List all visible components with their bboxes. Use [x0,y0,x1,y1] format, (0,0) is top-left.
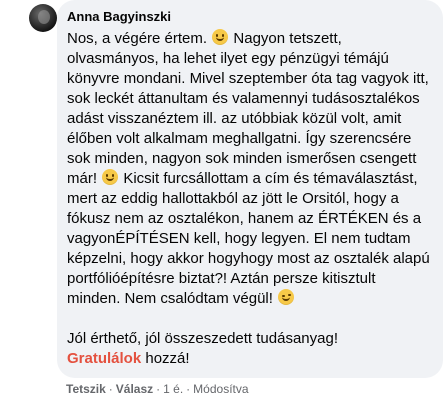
slightly-smiling-face-icon [212,29,229,45]
comment-text: Nos, a végére értem. Nagyon tetszett, ol… [67,29,431,369]
comment-timestamp[interactable]: 1 é. [163,382,183,396]
comment-text-closing: Jól érthető, jól összeszedett tudásanyag… [67,330,338,347]
comment-author[interactable]: Anna Bagyinszki [67,9,431,25]
slightly-smiling-face-icon [102,169,119,185]
like-button[interactable]: Tetszik [66,382,106,396]
winking-face-icon [278,289,295,305]
comment-text-seg3: Kicsit furcsállottam a cím és témaválasz… [67,170,430,307]
author-avatar[interactable] [29,4,57,32]
reply-button[interactable]: Válasz [116,382,153,396]
comment-text-seg2: Nagyon tetszett, olvasmányos, ha lehet i… [67,30,429,187]
hashtag-link[interactable]: Gratulálok [67,350,141,367]
comment-paragraph-1: Nos, a végére értem. Nagyon tetszett, ol… [67,29,431,309]
edited-label[interactable]: Módosítva [193,382,248,396]
separator: · [186,382,191,396]
comment-paragraph-2: Jól érthető, jól összeszedett tudásanyag… [67,329,431,369]
separator: · [108,382,113,396]
comment-actions: Tetszik · Válasz · 1 é. · Módosítva [66,381,249,397]
comment-text-seg1: Nos, a végére értem. [67,30,208,47]
comment-text-after-tag: hozzá! [141,350,190,367]
comment-bubble: Anna Bagyinszki Nos, a végére értem. Nag… [57,0,443,378]
separator: · [156,382,161,396]
